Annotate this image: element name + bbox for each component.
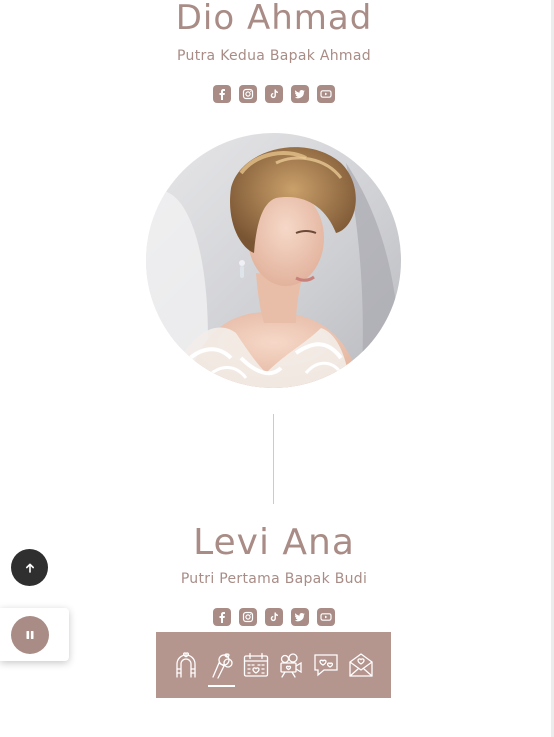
couple-rings-icon [212, 653, 233, 679]
tiktok-icon [270, 89, 278, 99]
twitter-icon [294, 613, 305, 622]
bride-tiktok-link[interactable] [265, 608, 283, 626]
music-control-panel [0, 608, 69, 661]
invitation-page: Dio Ahmad Putra Kedua Bapak Ahmad Levi A… [0, 0, 554, 737]
groom-youtube-link[interactable] [317, 85, 335, 103]
instagram-icon [242, 611, 254, 623]
bride-twitter-link[interactable] [291, 608, 309, 626]
arrow-up-icon [25, 563, 34, 573]
love-letter-icon [349, 653, 373, 677]
twitter-icon [294, 90, 305, 99]
facebook-icon [219, 89, 225, 100]
bride-youtube-link[interactable] [317, 608, 335, 626]
nav-item-couple[interactable] [206, 643, 237, 687]
groom-tiktok-link[interactable] [265, 85, 283, 103]
bottom-navigation [156, 632, 391, 698]
scroll-to-top-button[interactable] [11, 549, 48, 586]
nav-item-rsvp[interactable] [346, 643, 377, 687]
bride-instagram-link[interactable] [239, 608, 257, 626]
instagram-icon [242, 88, 254, 100]
bride-photo [146, 133, 401, 388]
tiktok-icon [270, 612, 278, 622]
youtube-icon [320, 613, 332, 621]
chat-hearts-icon [314, 654, 338, 677]
wedding-arch-icon [176, 652, 196, 678]
nav-item-gallery[interactable] [276, 643, 307, 687]
bride-name: Levi Ana [193, 522, 355, 563]
bride-social-links [0, 608, 548, 626]
pause-icon [26, 631, 34, 639]
calendar-heart-icon [243, 652, 269, 677]
nav-item-wishes[interactable] [311, 643, 342, 687]
groom-name: Dio Ahmad [175, 0, 373, 38]
groom-twitter-link[interactable] [291, 85, 309, 103]
groom-instagram-link[interactable] [239, 85, 257, 103]
groom-facebook-link[interactable] [213, 85, 231, 103]
groom-parent-text: Putra Kedua Bapak Ahmad [177, 48, 371, 64]
bride-parent-text: Putri Pertama Bapak Budi [180, 571, 368, 587]
nav-item-event[interactable] [241, 643, 272, 687]
music-pause-button[interactable] [11, 616, 49, 654]
bride-portrait-image [146, 133, 401, 388]
nav-item-cover[interactable] [171, 643, 202, 687]
youtube-icon [320, 90, 332, 98]
groom-social-links [0, 85, 548, 103]
bride-facebook-link[interactable] [213, 608, 231, 626]
section-divider [273, 414, 274, 504]
video-camera-icon [280, 653, 302, 678]
facebook-icon [219, 612, 225, 623]
